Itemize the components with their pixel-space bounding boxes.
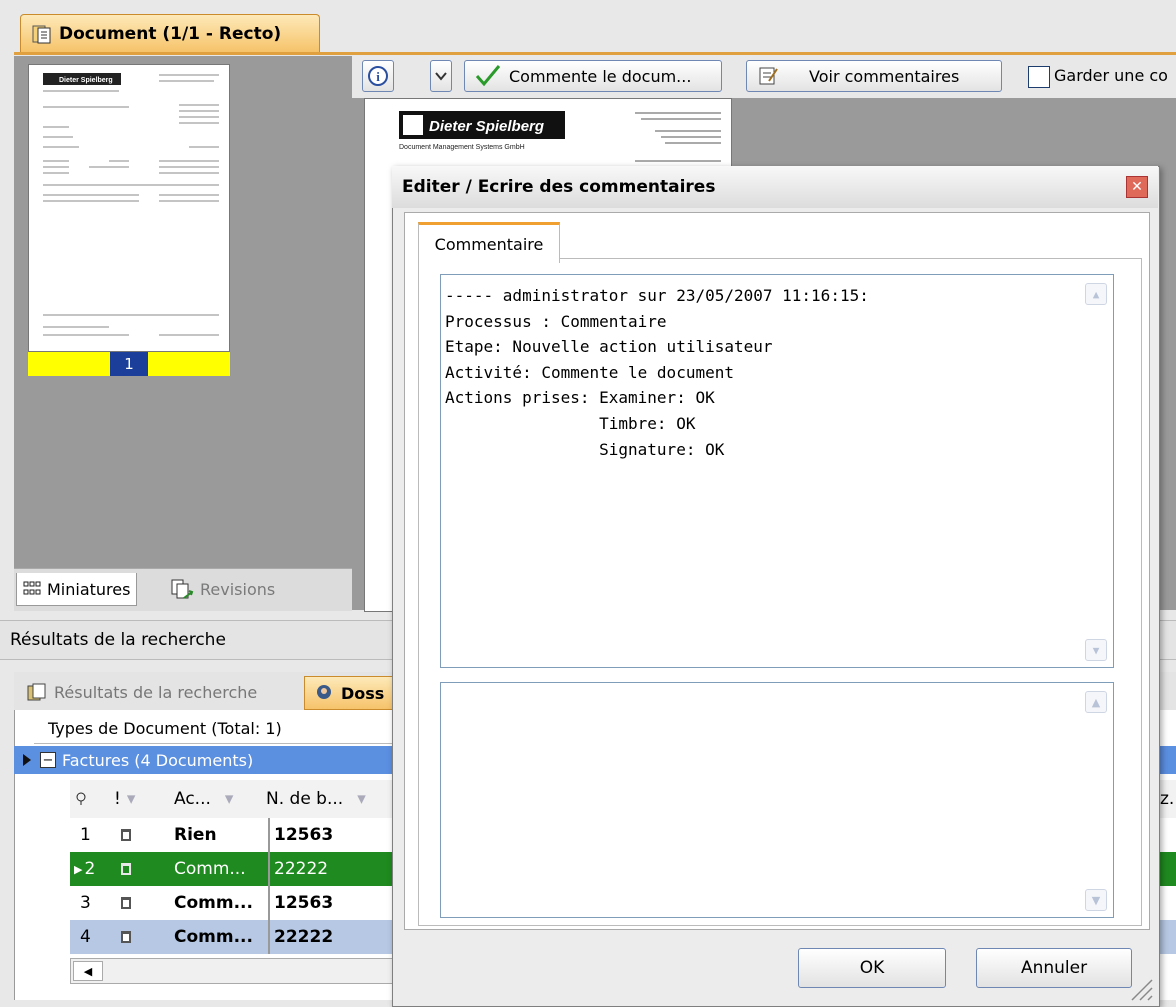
comment-line: ----- administrator sur 23/05/2007 11:16… <box>445 286 869 305</box>
checkmark-icon <box>475 65 501 87</box>
chevron-down-icon: ▾ <box>126 789 136 809</box>
dialog-title: Editer / Ecrire des commentaires <box>402 177 716 197</box>
scroll-left-arrow[interactable]: ◀ <box>73 961 103 981</box>
row-index: 3 <box>80 893 91 913</box>
scroll-down-icon[interactable]: ▼ <box>1085 639 1107 661</box>
row-action: Comm... <box>174 927 253 947</box>
comment-line: Etape: Nouvelle action utilisateur <box>445 337 773 357</box>
new-comment-textarea[interactable]: ▲ ▼ <box>440 682 1114 918</box>
document-icon <box>32 25 51 43</box>
comment-line: Timbre: OK <box>445 413 696 433</box>
keep-checkbox-label: Garder une co <box>1054 66 1168 85</box>
row-index: ▶ 2 <box>74 852 104 886</box>
row-number: 22222 <box>268 920 388 954</box>
horizontal-scrollbar[interactable]: ◀ <box>70 958 402 984</box>
resize-grip-icon[interactable] <box>1126 978 1154 1002</box>
row-index: 4 <box>80 927 91 947</box>
viewer-toolbar: i Commente le docum... Voir commentaires… <box>352 56 1176 98</box>
row-action: Comm... <box>174 893 253 913</box>
row-action: Comm... <box>174 859 246 879</box>
action-header-label: Ac... <box>174 789 211 809</box>
preview-logo-text: Dieter Spielberg <box>429 118 544 135</box>
revisions-icon <box>171 579 194 599</box>
view-comments-label: Voir commentaires <box>809 66 960 86</box>
scroll-up-icon[interactable]: ▲ <box>1085 283 1107 305</box>
comment-history-text: ----- administrator sur 23/05/2007 11:16… <box>445 283 869 462</box>
search-icon[interactable] <box>76 780 96 818</box>
tab-thumbnails-label: Miniatures <box>47 579 131 599</box>
row-pointer-icon <box>23 754 31 766</box>
document-icon <box>120 886 140 920</box>
collapse-toggle[interactable]: − <box>40 752 56 768</box>
view-comments-button[interactable]: Voir commentaires <box>746 60 1002 92</box>
grid-icon <box>23 581 41 595</box>
side-tabs: Miniatures Revisions <box>14 568 352 611</box>
chevron-down-icon <box>435 72 447 81</box>
notepad-icon <box>759 67 778 85</box>
priority-header-label: ! <box>114 789 121 809</box>
thumbnail-logo-text: Dieter Spielberg <box>59 77 113 84</box>
priority-column-header[interactable]: ! ▾ <box>114 780 144 818</box>
comment-line: Activité: Commente le document <box>445 362 734 382</box>
tab-search-results[interactable]: Résultats de la recherche <box>26 676 257 708</box>
row-pointer-icon: ▶ <box>74 862 83 876</box>
tab-search-results-label: Résultats de la recherche <box>54 682 258 702</box>
document-icon <box>120 852 140 886</box>
document-tab-title: Document (1/1 - Recto) <box>59 23 282 44</box>
chevron-down-icon: ▾ <box>224 789 234 809</box>
page-preview-content: Dieter Spielberg Document Management Sys… <box>399 111 721 162</box>
document-tab[interactable]: Document (1/1 - Recto) <box>20 14 320 52</box>
scroll-up-icon[interactable]: ▲ <box>1085 691 1107 713</box>
row-number: 22222 <box>268 852 388 886</box>
tab-underline <box>14 52 1176 55</box>
number-column-header[interactable]: N. de b... ▾ <box>266 780 390 818</box>
tab-thumbnails[interactable]: Miniatures <box>16 573 138 606</box>
row-index: 1 <box>80 825 91 845</box>
row-index-value: 2 <box>84 859 96 879</box>
row-action: Rien <box>174 825 217 845</box>
tab-revisions-label: Revisions <box>200 579 276 599</box>
info-icon: i <box>368 66 388 86</box>
svg-text:i: i <box>376 69 380 84</box>
document-icon <box>120 818 140 852</box>
preview-subtitle-text: Document Management Systems GmbH <box>399 144 525 151</box>
tab-comment[interactable]: Commentaire <box>418 222 560 263</box>
cancel-button[interactable]: Annuler <box>976 948 1132 988</box>
number-header-label: N. de b... <box>266 789 344 809</box>
action-column-header[interactable]: Ac... ▾ <box>174 780 264 818</box>
group-by-header: Types de Document (Total: 1) <box>34 714 400 744</box>
close-icon[interactable]: ✕ <box>1126 176 1148 198</box>
document-icon <box>120 920 140 954</box>
tab-folder[interactable]: Doss <box>304 676 394 710</box>
comment-history-textarea[interactable]: ----- administrator sur 23/05/2007 11:16… <box>440 274 1114 668</box>
dialog-title-bar[interactable]: Editer / Ecrire des commentaires <box>392 166 1158 208</box>
row-number: 12563 <box>268 886 388 920</box>
row-number: 12563 <box>268 818 388 852</box>
extra-column-header[interactable]: z. <box>1160 780 1176 818</box>
info-button[interactable]: i <box>362 60 394 92</box>
comment-line: Processus : Commentaire <box>445 311 667 331</box>
thumbnail-page-number[interactable]: 1 <box>110 352 148 376</box>
ok-button[interactable]: OK <box>798 948 946 988</box>
dropdown-arrow-button[interactable] <box>430 60 452 92</box>
comment-document-button[interactable]: Commente le docum... <box>464 60 722 92</box>
keep-checkbox[interactable] <box>1028 66 1050 88</box>
chevron-down-icon: ▾ <box>357 789 366 809</box>
tab-folder-label: Doss <box>341 683 385 703</box>
comment-document-label: Commente le docum... <box>509 66 692 86</box>
scroll-down-icon[interactable]: ▼ <box>1085 889 1107 911</box>
group-row-label: Factures (4 Documents) <box>62 750 254 770</box>
folder-user-icon <box>317 685 331 699</box>
results-icon <box>27 683 46 701</box>
thumbnail-content: Dieter Spielberg <box>43 73 219 336</box>
comment-line: Actions prises: Examiner: OK <box>445 388 715 408</box>
tab-revisions[interactable]: Revisions <box>164 573 281 605</box>
comment-line: Signature: OK <box>445 439 725 459</box>
page-thumbnail[interactable]: Dieter Spielberg <box>28 64 230 352</box>
